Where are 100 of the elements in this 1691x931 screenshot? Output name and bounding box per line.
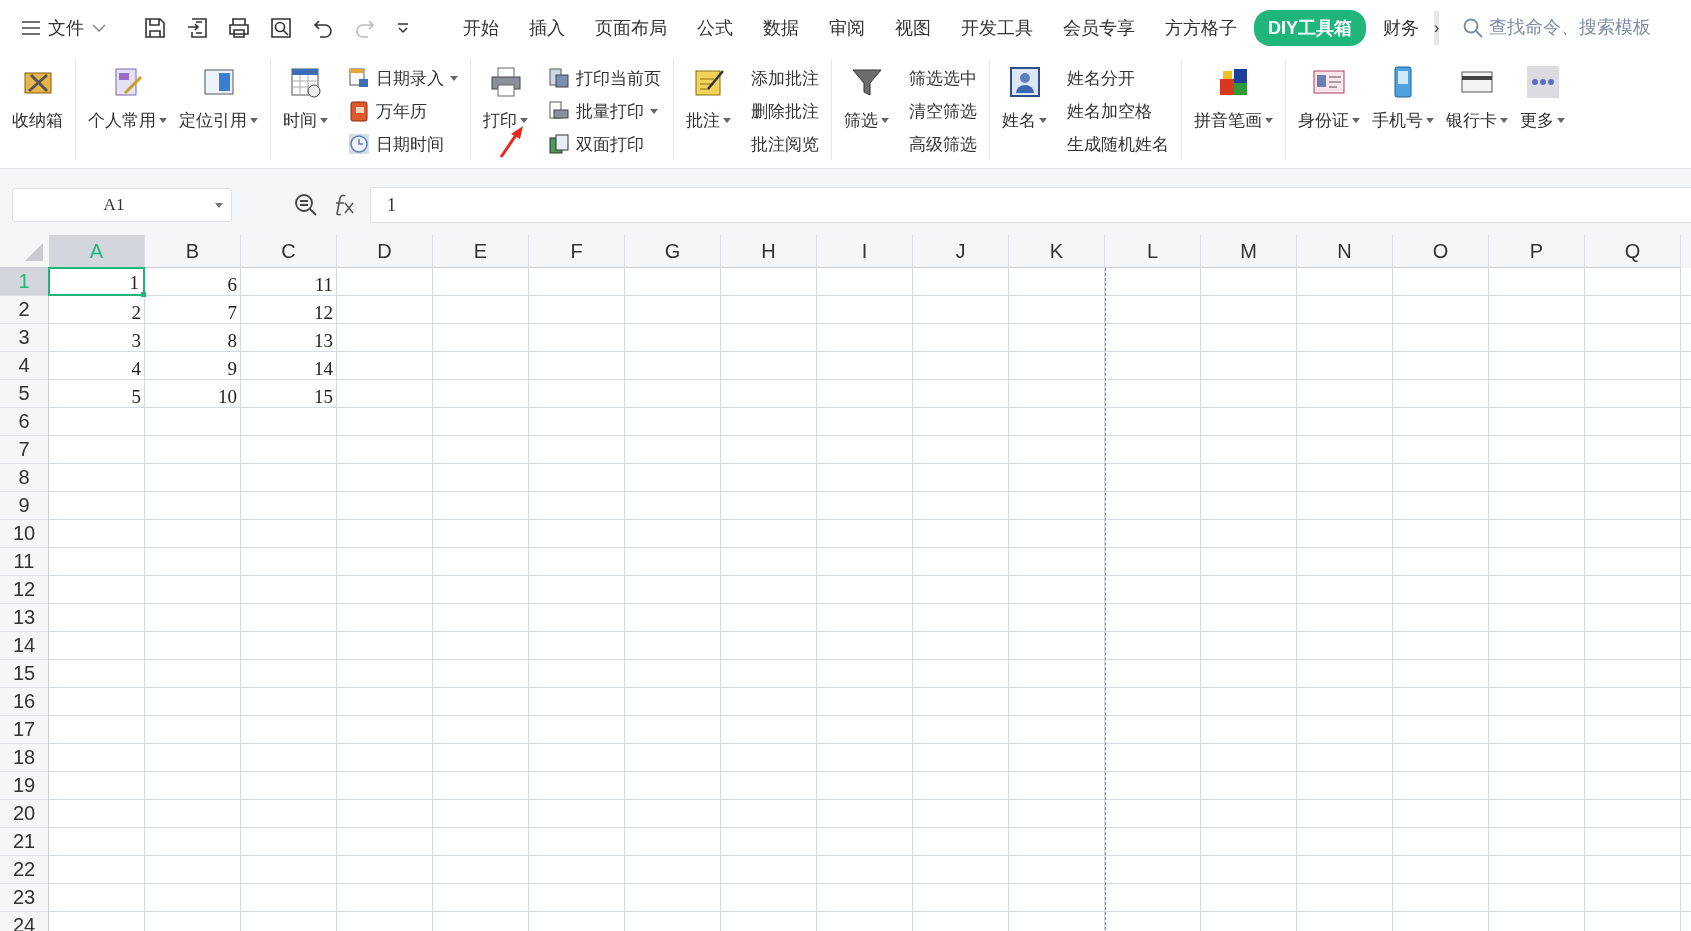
column-header[interactable]: C [241, 235, 337, 268]
ribbon-tab[interactable]: 数据 [750, 9, 812, 46]
column-header[interactable]: N [1297, 235, 1393, 268]
column-header[interactable]: O [1393, 235, 1489, 268]
row-header[interactable]: 2 [0, 296, 49, 324]
column-header[interactable]: L [1105, 235, 1201, 268]
row-header[interactable]: 7 [0, 436, 49, 464]
row-header[interactable]: 11 [0, 548, 49, 576]
row-header[interactable]: 14 [0, 632, 49, 660]
ribbon-button[interactable]: 手机号 [1366, 63, 1440, 134]
ribbon-button[interactable]: 银行卡 [1440, 63, 1514, 134]
ribbon-tab[interactable]: 财务 [1370, 9, 1432, 46]
ribbon-tab[interactable]: 方方格子 [1152, 9, 1250, 46]
ribbon-tab[interactable]: 会员专享 [1050, 9, 1148, 46]
dropdown-caret-icon [1557, 118, 1565, 123]
column-header[interactable]: E [433, 235, 529, 268]
ribbon-button[interactable]: 个人常用 [82, 63, 173, 134]
ribbon-tab[interactable]: 公式 [684, 9, 746, 46]
preview-icon[interactable] [270, 16, 292, 39]
more-icon [1525, 65, 1560, 99]
ribbon-button[interactable]: 姓名 [996, 63, 1053, 134]
column-header[interactable]: B [145, 235, 241, 268]
ribbon-button[interactable]: 拼音笔画 [1188, 63, 1279, 134]
ribbon-menu-item[interactable]: 打印当前页 [542, 63, 667, 93]
menu-icon [22, 20, 40, 35]
ribbon-menu-item[interactable]: 高级筛选 [903, 129, 983, 159]
table-cell-text: 11 [313, 273, 334, 296]
ribbon-tab[interactable]: 开始 [450, 9, 512, 46]
caret-icon[interactable] [396, 20, 410, 35]
ribbon-button[interactable]: 时间 [277, 63, 334, 134]
ribbon-menu-item[interactable]: 删除批注 [745, 96, 825, 126]
row-header[interactable]: 19 [0, 772, 49, 800]
ribbon-button[interactable]: 收纳箱 [6, 63, 69, 134]
ribbon-menu-item[interactable]: 生成随机姓名 [1061, 129, 1175, 159]
column-header[interactable]: G [625, 235, 721, 268]
ribbon-button[interactable]: 定位引用 [173, 63, 264, 134]
ribbon-menu-item[interactable]: 日期时间 [342, 129, 464, 159]
ribbon-menu-item[interactable]: 双面打印 [542, 129, 667, 159]
ribbon-menu-item[interactable]: 批注阅览 [745, 129, 825, 159]
ribbon-button[interactable]: 筛选 [838, 63, 895, 134]
table-cell-text: 2 [130, 301, 142, 324]
ribbon-tab[interactable]: 开发工具 [948, 9, 1046, 46]
dropdown-caret-icon [215, 202, 223, 208]
ribbon-menu-item[interactable]: 批量打印 [542, 96, 667, 126]
scroll-tabs-button[interactable]: › [1434, 10, 1440, 45]
export-icon[interactable] [186, 16, 208, 39]
row-header[interactable]: 17 [0, 716, 49, 744]
row-header[interactable]: 15 [0, 660, 49, 688]
print-icon[interactable] [228, 16, 250, 39]
ribbon-menu-item[interactable]: 筛选选中 [903, 63, 983, 93]
column-header[interactable]: I [817, 235, 913, 268]
ribbon-tab[interactable]: 页面布局 [582, 9, 680, 46]
row-header[interactable]: 16 [0, 688, 49, 716]
ribbon-menu-item[interactable]: 姓名加空格 [1061, 96, 1175, 126]
ribbon-tab[interactable]: 审阅 [816, 9, 878, 46]
row-header[interactable]: 6 [0, 408, 49, 436]
column-header[interactable]: F [529, 235, 625, 268]
document-icon [548, 67, 570, 89]
column-header[interactable]: Q [1585, 235, 1681, 268]
ribbon-menu-item[interactable]: 日期录入 [342, 63, 464, 93]
row-header[interactable]: 12 [0, 576, 49, 604]
table-cell-text: 13 [313, 329, 334, 352]
column-header[interactable]: M [1201, 235, 1297, 268]
column-header[interactable]: D [337, 235, 433, 268]
row-header[interactable]: 21 [0, 828, 49, 856]
row-header[interactable]: 9 [0, 492, 49, 520]
row-header[interactable]: 23 [0, 884, 49, 912]
row-header[interactable]: 22 [0, 856, 49, 884]
ribbon-menu-item[interactable]: 姓名分开 [1061, 63, 1175, 93]
ribbon-menu-item[interactable]: 添加批注 [745, 63, 825, 93]
fill-handle[interactable] [141, 292, 146, 297]
zoom-out-icon[interactable] [294, 193, 318, 217]
ribbon-menu-item[interactable]: 万年历 [342, 96, 464, 126]
row-header[interactable]: 18 [0, 744, 49, 772]
row-header[interactable]: 5 [0, 380, 49, 408]
ribbon-tab[interactable]: 视图 [882, 9, 944, 46]
column-header[interactable]: H [721, 235, 817, 268]
ribbon-button[interactable]: 批注 [680, 63, 737, 134]
name-box[interactable]: A1 [12, 188, 232, 222]
row-header[interactable]: 8 [0, 464, 49, 492]
column-header[interactable]: P [1489, 235, 1585, 268]
column-header[interactable]: J [913, 235, 1009, 268]
ribbon-tab[interactable]: 插入 [516, 9, 578, 46]
ribbon-button[interactable]: 打印 [477, 63, 534, 134]
ribbon-button[interactable]: 更多 [1514, 63, 1571, 134]
row-header[interactable]: 3 [0, 324, 49, 352]
row-header[interactable]: 13 [0, 604, 49, 632]
dropdown-caret-icon [881, 118, 889, 123]
formula-field[interactable]: 1 [370, 187, 1691, 223]
file-menu-button[interactable]: 文件 [20, 11, 108, 44]
row-header[interactable]: 20 [0, 800, 49, 828]
search-field[interactable]: 查找命令、搜索模板 [1463, 16, 1691, 39]
chevron-down-icon [92, 23, 106, 32]
row-header[interactable]: 10 [0, 520, 49, 548]
row-header[interactable]: 4 [0, 352, 49, 380]
save-icon[interactable] [144, 16, 166, 39]
ribbon-button[interactable]: 身份证 [1292, 63, 1366, 134]
ribbon-menu-item[interactable]: 清空筛选 [903, 96, 983, 126]
column-header[interactable]: K [1009, 235, 1105, 268]
spreadsheet-icon [348, 67, 370, 89]
